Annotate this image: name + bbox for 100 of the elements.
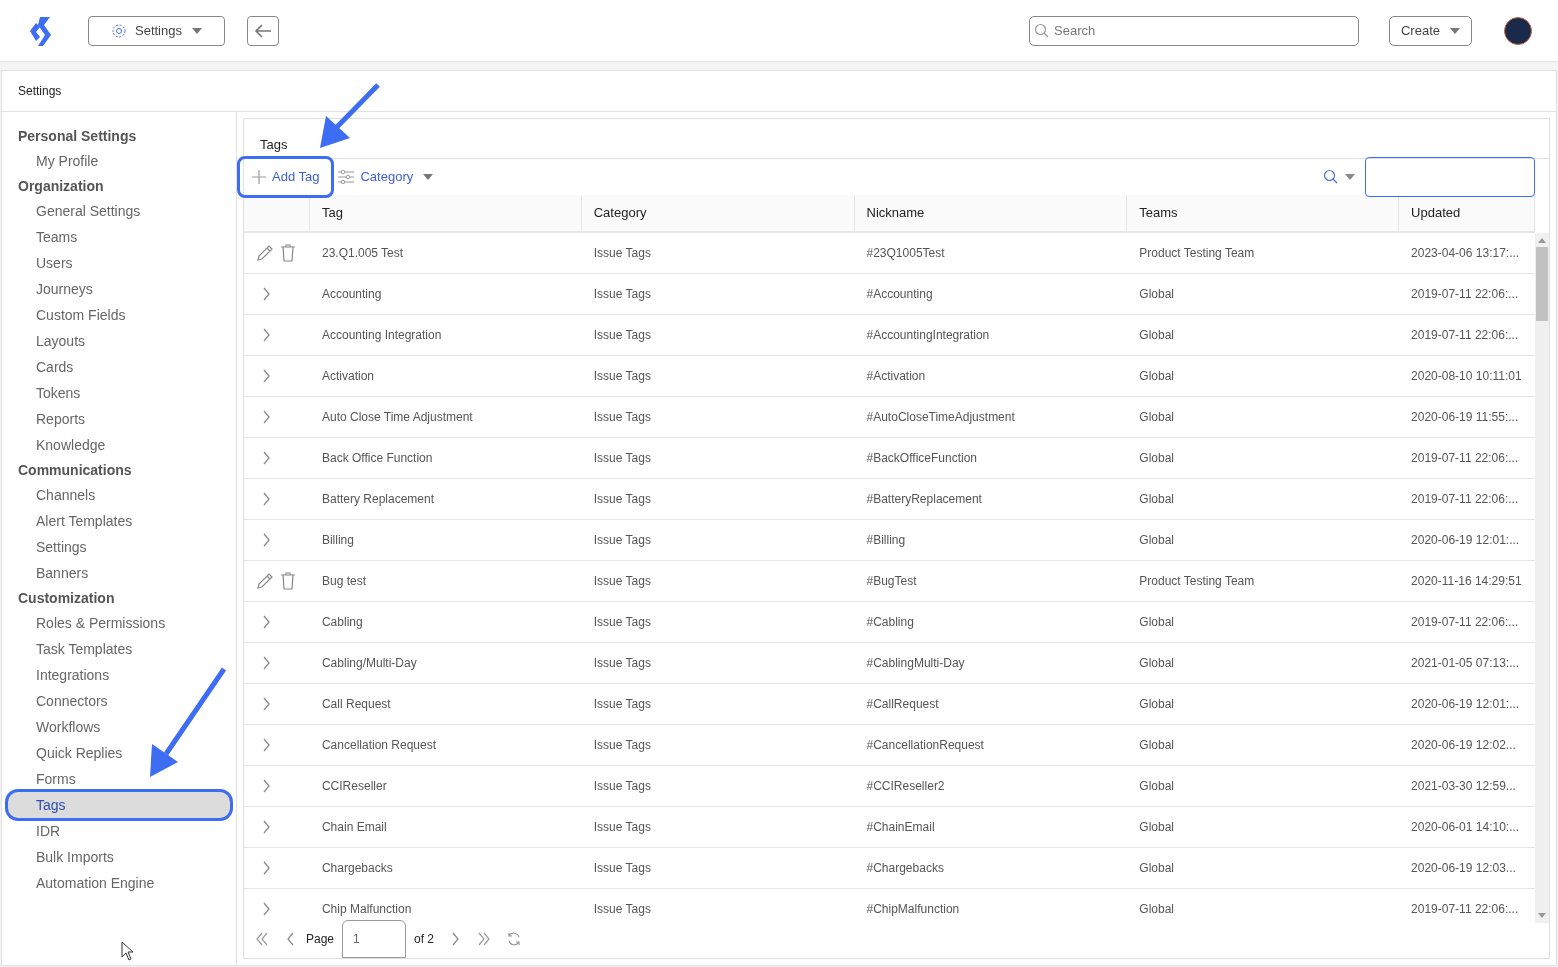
sidebar-item[interactable]: General Settings bbox=[8, 198, 230, 224]
sidebar-item[interactable]: Tokens bbox=[8, 380, 230, 406]
sidebar-item[interactable]: Custom Fields bbox=[8, 302, 230, 328]
first-page-icon[interactable] bbox=[254, 931, 270, 947]
column-header[interactable]: Teams bbox=[1127, 195, 1400, 231]
user-avatar[interactable] bbox=[1504, 16, 1532, 45]
sidebar-item[interactable]: Users bbox=[8, 250, 230, 276]
sidebar-item[interactable]: Knowledge bbox=[8, 432, 230, 458]
table-row[interactable]: Bug test Issue Tags #BugTest Product Testing Team 2020-11-16 14:29:51 bbox=[244, 560, 1535, 602]
sidebar-item[interactable]: Forms bbox=[8, 766, 230, 792]
sidebar-item[interactable]: Integrations bbox=[8, 662, 230, 688]
search-icon bbox=[1034, 22, 1050, 39]
table-cell-text: #AccountingIntegration bbox=[865, 326, 991, 344]
table-cell-text: Issue Tags bbox=[592, 777, 652, 795]
create-button[interactable]: Create bbox=[1389, 15, 1472, 46]
page-label: Page bbox=[306, 931, 335, 948]
table-row[interactable]: Activation Issue Tags #Activation Global 2020-08-10 10:11:01 bbox=[244, 355, 1535, 397]
table-row[interactable]: Cancellation Request Issue Tags #CancellationRequest Global 2020-06-19 12:02... bbox=[244, 724, 1535, 766]
table-row[interactable]: Accounting Issue Tags #Accounting Global 2019-07-11 22:06:... bbox=[244, 273, 1535, 315]
category-filter-button[interactable]: Category bbox=[338, 167, 434, 187]
table-cell-text: Chain Email bbox=[320, 818, 388, 836]
sidebar-item[interactable]: Connectors bbox=[8, 688, 230, 714]
back-button[interactable] bbox=[247, 15, 279, 46]
table-row[interactable]: Chain Email Issue Tags #ChainEmail Global 2020-06-01 14:10:... bbox=[244, 806, 1535, 848]
sidebar-item[interactable]: IDR bbox=[8, 818, 230, 844]
sidebar-item[interactable]: My Profile bbox=[8, 148, 230, 174]
table-row[interactable]: Accounting Integration Issue Tags #AccountingIntegration Global 2019-07-11 22:06:... bbox=[244, 314, 1535, 356]
trash-icon[interactable] bbox=[280, 571, 296, 590]
table-cell-text: Issue Tags bbox=[592, 859, 652, 877]
table-row[interactable]: Call Request Issue Tags #CallRequest Global 2020-06-19 12:01:... bbox=[244, 683, 1535, 725]
sidebar-item[interactable]: Roles & Permissions bbox=[8, 610, 230, 636]
page-number-field[interactable]: 1 bbox=[342, 920, 407, 958]
table-cell-text: Global bbox=[1138, 367, 1175, 385]
column-header[interactable]: Updated bbox=[1399, 195, 1535, 231]
sidebar-item[interactable]: Bulk Imports bbox=[8, 844, 230, 870]
sidebar-item[interactable]: Layouts bbox=[8, 328, 230, 354]
back-arrow-icon bbox=[254, 23, 272, 38]
table-cell-text: 2020-06-19 11:55:... bbox=[1410, 408, 1520, 426]
sidebar-item[interactable]: Teams bbox=[8, 224, 230, 250]
table-row[interactable]: 23.Q1.005 Test Issue Tags #23Q1005Test Product Testing Team 2023-04-06 13:17:... bbox=[244, 232, 1535, 274]
trash-icon[interactable] bbox=[280, 243, 296, 262]
table-row[interactable]: Chargebacks Issue Tags #Chargebacks Global 2020-06-19 12:03... bbox=[244, 847, 1535, 889]
sidebar-item[interactable]: Cards bbox=[8, 354, 230, 380]
scroll-down-icon[interactable] bbox=[1538, 911, 1546, 919]
refresh-icon[interactable] bbox=[506, 931, 523, 947]
column-header[interactable]: Category bbox=[581, 195, 855, 231]
search-mode-button[interactable] bbox=[1323, 169, 1355, 185]
sidebar-item[interactable]: Automation Engine bbox=[8, 870, 230, 896]
table-row[interactable]: Billing Issue Tags #Billing Global 2020-06-19 12:01:... bbox=[244, 519, 1535, 561]
pencil-icon[interactable] bbox=[256, 571, 274, 590]
table-row[interactable]: CCIReseller Issue Tags #CCIReseller2 Global 2021-03-30 12:59... bbox=[244, 765, 1535, 807]
search-field[interactable]: Search bbox=[1029, 15, 1359, 46]
sidebar-item[interactable]: Alert Templates bbox=[8, 508, 230, 534]
table-cell-text: 23.Q1.005 Test bbox=[320, 244, 405, 262]
table-row[interactable]: Cabling/Multi-Day Issue Tags #CablingMulti-Day Global 2021-01-05 07:13:... bbox=[244, 642, 1535, 684]
table-cell-text: 2020-08-10 10:11:01 bbox=[1410, 367, 1523, 385]
table-search-field[interactable] bbox=[1365, 157, 1535, 197]
table-row[interactable]: Auto Close Time Adjustment Issue Tags #AutoCloseTimeAdjustment Global 2020-06-19 11:55:... bbox=[244, 396, 1535, 438]
table-cell-text: Cabling/Multi-Day bbox=[320, 654, 418, 672]
table-cell-text: Issue Tags bbox=[592, 367, 652, 385]
sidebar-item[interactable]: Reports bbox=[8, 406, 230, 432]
table-cell-text: Billing bbox=[320, 531, 355, 549]
pencil-icon[interactable] bbox=[256, 243, 274, 262]
column-header[interactable]: Tag bbox=[309, 195, 582, 231]
table-cell-text: 2020-06-19 12:03... bbox=[1410, 859, 1517, 877]
plus-icon bbox=[252, 170, 266, 184]
table-cell-text: #BatteryReplacement bbox=[865, 490, 983, 508]
table-cell-text: 2019-07-11 22:06:... bbox=[1410, 900, 1520, 918]
sidebar-item[interactable]: Task Templates bbox=[8, 636, 230, 662]
table-cell-text: Accounting bbox=[320, 285, 383, 303]
table-cell-text: 2019-07-11 22:06:... bbox=[1410, 490, 1520, 508]
panel-title: Tags bbox=[260, 135, 288, 154]
table-cell-text: #ChainEmail bbox=[865, 818, 936, 836]
sidebar-section-title: Personal Settings bbox=[17, 127, 138, 146]
scroll-up-icon[interactable] bbox=[1538, 237, 1546, 245]
table-row[interactable]: Back Office Function Issue Tags #BackOfficeFunction Global 2019-07-11 22:06:... bbox=[244, 437, 1535, 479]
table-row[interactable]: Cabling Issue Tags #Cabling Global 2019-07-11 22:06:... bbox=[244, 601, 1535, 643]
table-cell-text: Global bbox=[1138, 695, 1175, 713]
settings-menu-button[interactable]: Settings bbox=[88, 15, 225, 46]
sidebar-item[interactable]: Channels bbox=[8, 482, 230, 508]
sidebar-section-title: Communications bbox=[17, 461, 133, 480]
table-cell-text: #Chargebacks bbox=[865, 859, 945, 877]
table-cell-text: #CancellationRequest bbox=[865, 736, 985, 754]
scrollbar[interactable] bbox=[1535, 233, 1549, 923]
table-cell-text: Issue Tags bbox=[592, 408, 652, 426]
scrollbar-thumb[interactable] bbox=[1536, 247, 1548, 321]
sidebar-item[interactable]: Journeys bbox=[8, 276, 230, 302]
sidebar-item[interactable]: Tags bbox=[8, 792, 230, 818]
sidebar-item[interactable]: Workflows bbox=[8, 714, 230, 740]
sidebar-item[interactable]: Settings bbox=[8, 534, 230, 560]
table-cell-text: #Cabling bbox=[865, 613, 915, 631]
sidebar-item[interactable]: Banners bbox=[8, 560, 230, 586]
sidebar-item[interactable]: Quick Replies bbox=[8, 740, 230, 766]
caret-icon bbox=[1345, 174, 1355, 180]
table-row[interactable]: Battery Replacement Issue Tags #BatteryReplacement Global 2019-07-11 22:06:... bbox=[244, 478, 1535, 520]
search-icon bbox=[1323, 169, 1339, 185]
table-cell-text: Call Request bbox=[320, 695, 392, 713]
table-cell-text: #AutoCloseTimeAdjustment bbox=[865, 408, 1016, 426]
table-cell-text: Back Office Function bbox=[320, 449, 434, 467]
column-header[interactable]: Nickname bbox=[854, 195, 1128, 231]
